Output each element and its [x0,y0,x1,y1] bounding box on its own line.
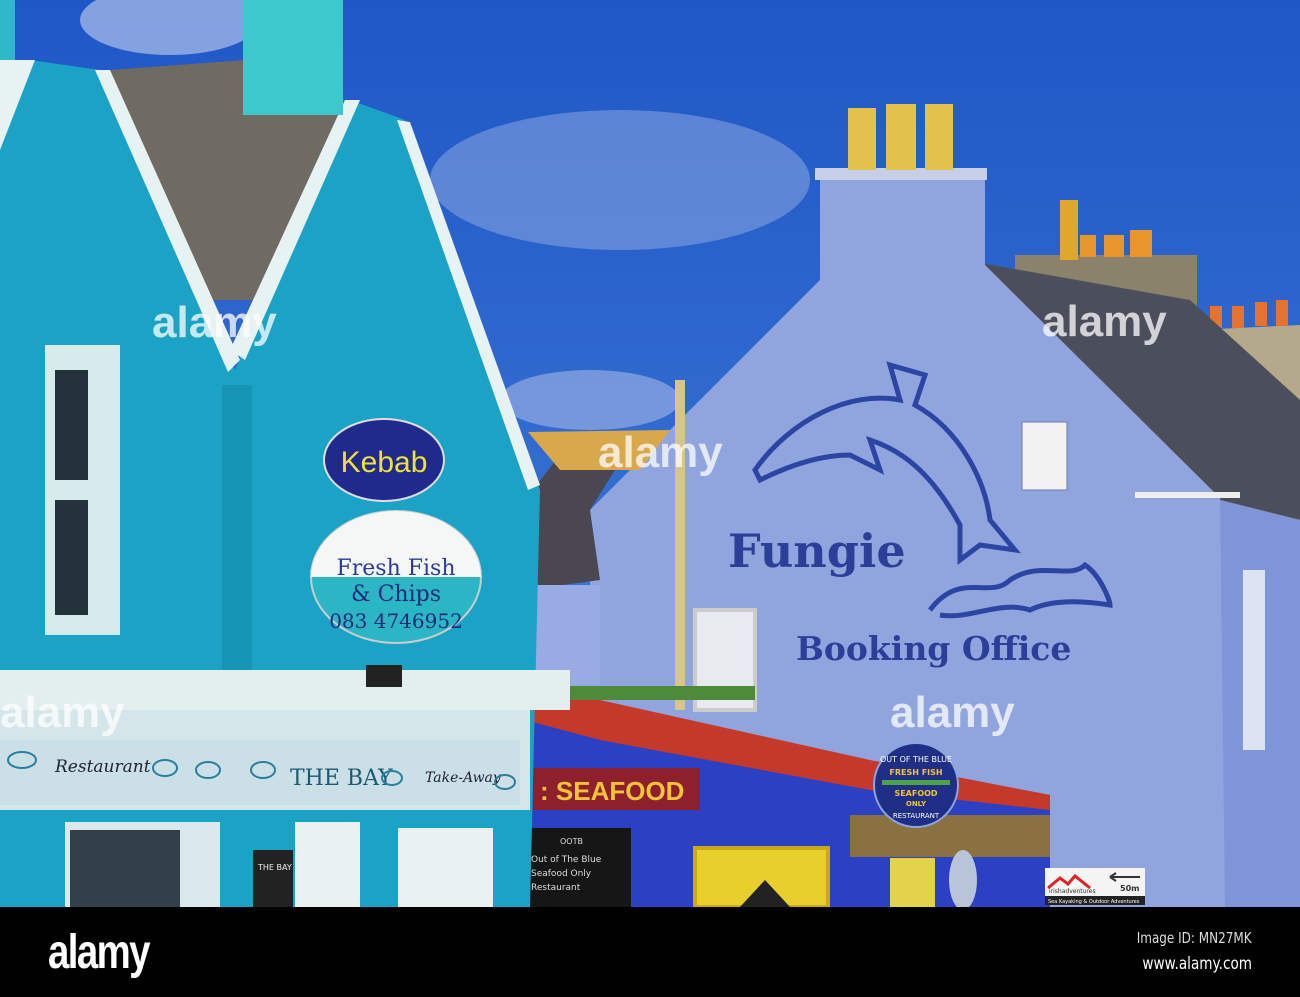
round-sign-text: OUT OF THE BLUE [880,755,952,764]
photo: Fungie Booking Office : SEAFOOD OOTB Out… [0,0,1300,997]
floodlight [366,665,402,687]
round-sign-text: SEAFOOD [894,789,937,798]
chimney-pots-yellow [848,104,953,170]
watermark: alamy [1042,297,1167,346]
window-small [1021,421,1068,491]
direction-sign-distance: 50m [1120,884,1139,893]
website-link: www.alamy.com [1142,954,1252,974]
fish-painting [882,780,950,785]
watermark: alamy [598,428,723,477]
small-board-text: THE BAY [257,863,292,872]
window [1243,570,1265,750]
watermark: alamy [152,298,277,347]
round-sign-text: RESTAURANT [893,812,940,820]
chimney [243,0,343,115]
seafood-banner-text: : SEAFOOD [540,776,684,806]
direction-sign-brand: irishadventures [1049,888,1096,895]
chalkboard-line: Seafood Only [531,869,592,879]
fascia-takeaway: Take-Away [425,770,502,786]
mural-title: Fungie [728,524,906,578]
chalkboard-line: OOTB [560,837,583,846]
gutter [1135,492,1240,498]
drainpipe [222,385,252,690]
image-id: Image ID: MN27MK [1137,929,1252,947]
street-scene: Fungie Booking Office : SEAFOOD OOTB Out… [0,0,1300,907]
footer-bar: alamy Image ID: MN27MK www.alamy.com [0,907,1300,997]
direction-sign-tagline: Sea Kayaking & Outdoor Adventures [1048,899,1140,905]
fascia-name: THE BAY [290,766,393,791]
fish-sign-phone: 083 4746952 [329,609,463,633]
fish-sign-line1: Fresh Fish [336,556,455,581]
door [295,822,360,907]
cloud [500,370,680,430]
round-sign-text: ONLY [906,800,927,808]
alamy-logo: alamy [48,926,150,979]
watermark: alamy [0,688,125,737]
fascia-restaurant: Restaurant [54,757,151,777]
window [890,858,935,907]
small-board [253,850,293,907]
wooden-fascia [850,815,1050,857]
chalkboard-line: Restaurant [531,883,581,893]
cloud [430,110,810,250]
round-sign-text: FRESH FISH [889,768,942,777]
chalkboard-line: Out of The Blue [531,855,602,865]
watermark: alamy [890,688,1015,737]
fish-sign-line2: & Chips [351,582,441,607]
kebab-sign-text: Kebab [341,446,428,479]
shop-window [398,828,493,907]
mural-subtitle: Booking Office [796,629,1071,668]
